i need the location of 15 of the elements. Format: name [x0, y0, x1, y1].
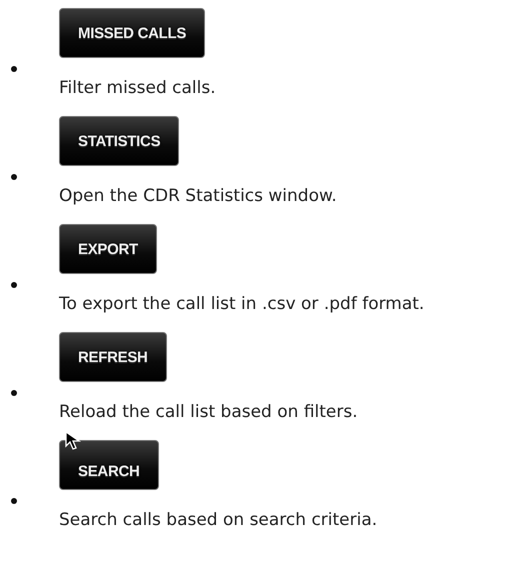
bullet-icon — [11, 390, 17, 396]
bullet-icon — [11, 174, 17, 180]
description: Filter missed calls. — [59, 77, 216, 100]
button-image: STATISTICS — [59, 116, 180, 166]
bullet-icon — [11, 282, 17, 288]
bullet-icon — [11, 498, 17, 504]
description: Open the CDR Statistics window. — [59, 185, 337, 208]
button-image: REFRESH — [59, 332, 167, 382]
button-image: SEARCH — [59, 440, 159, 490]
bullet-icon — [11, 66, 17, 72]
button-image: MISSED CALLS — [59, 8, 206, 58]
description: Search calls based on search criteria. — [59, 509, 378, 532]
description: To export the call list in .csv or .pdf format. — [59, 293, 424, 316]
button-image: EXPORT — [59, 224, 157, 274]
description: Reload the call list based on filters. — [59, 401, 358, 424]
